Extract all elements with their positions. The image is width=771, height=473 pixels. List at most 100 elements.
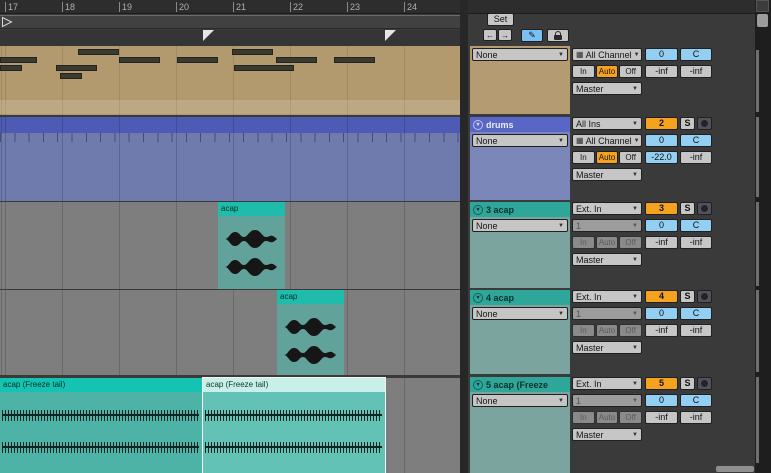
monitor-auto-button[interactable]: Auto	[596, 236, 619, 249]
beat-time-ruler[interactable]: 1718192021222324	[0, 0, 755, 14]
fold-icon[interactable]: ▾	[473, 120, 483, 130]
volume-field[interactable]: 0	[645, 307, 678, 320]
track-color-area[interactable]: ▾ 3 acap None▼	[470, 202, 570, 288]
midi-from-selector[interactable]: None▼	[472, 134, 568, 147]
midi-from-selector[interactable]: None▼	[472, 48, 568, 61]
monitor-auto-button[interactable]: Auto	[596, 151, 619, 164]
monitor-auto-button[interactable]: Auto	[596, 411, 619, 424]
send-a-field[interactable]: -inf	[645, 236, 678, 249]
pan-field[interactable]: C	[680, 219, 712, 232]
monitor-off-button[interactable]: Off	[619, 151, 642, 164]
solo-button[interactable]: S	[680, 290, 695, 303]
fold-icon[interactable]: ▾	[473, 205, 483, 215]
fold-icon[interactable]: ▾	[473, 293, 483, 303]
monitor-auto-button[interactable]: Auto	[596, 65, 619, 78]
arrange-track-drums[interactable]	[0, 117, 460, 201]
prev-locator-button[interactable]: ←	[483, 29, 497, 41]
track-color-area[interactable]: None▼	[470, 46, 570, 114]
track-title-bar[interactable]: ▾ drums	[470, 117, 570, 132]
midi-note[interactable]	[119, 57, 160, 63]
midi-note[interactable]	[56, 65, 97, 71]
midi-note[interactable]	[0, 57, 37, 63]
track-scroll-segment[interactable]	[756, 202, 759, 286]
arm-button[interactable]	[697, 202, 712, 215]
set-locator-button[interactable]: Set	[487, 13, 514, 26]
locator-row[interactable]	[0, 30, 460, 46]
monitor-off-button[interactable]: Off	[619, 236, 642, 249]
track-scroll-segment[interactable]	[756, 377, 759, 463]
arrange-track-1-midi[interactable]	[0, 46, 460, 115]
send-b-field[interactable]: -inf	[680, 236, 712, 249]
arm-button[interactable]	[697, 377, 712, 390]
output-selector[interactable]: Master▼	[572, 341, 642, 354]
frozen-clip-2-selected[interactable]: acap (Freeze tail)	[203, 378, 385, 473]
track-title-bar[interactable]: ▾ 4 acap	[470, 290, 570, 305]
send-b-field[interactable]: -inf	[680, 151, 712, 164]
send-a-field[interactable]: -inf	[645, 65, 678, 78]
output-selector[interactable]: Master▼	[572, 253, 642, 266]
send-b-field[interactable]: -inf	[680, 65, 712, 78]
lock-envelopes-button[interactable]	[547, 29, 569, 42]
midi-note[interactable]	[0, 65, 22, 71]
volume-field[interactable]: 0	[645, 219, 678, 232]
send-a-field[interactable]: -22.0	[645, 151, 678, 164]
channel-selector[interactable]: ▦All Channel▼	[572, 48, 642, 61]
monitor-off-button[interactable]: Off	[619, 411, 642, 424]
monitor-in-button[interactable]: In	[572, 151, 595, 164]
midi-from-selector[interactable]: None▼	[472, 307, 568, 320]
channel-selector[interactable]: 1▼	[572, 307, 642, 320]
midi-note[interactable]	[232, 49, 273, 55]
locator-marker[interactable]	[203, 30, 214, 41]
channel-selector[interactable]: ▦All Channel▼	[572, 134, 642, 147]
volume-field[interactable]: 0	[645, 394, 678, 407]
midi-from-selector[interactable]: None▼	[472, 394, 568, 407]
input-selector[interactable]: Ext. In▼	[572, 377, 642, 390]
track-color-area[interactable]: ▾ 4 acap None▼	[470, 290, 570, 374]
channel-selector[interactable]: 1▼	[572, 219, 642, 232]
scrollbar-thumb[interactable]	[757, 14, 768, 27]
midi-note[interactable]	[60, 73, 82, 79]
vertical-scrollbar[interactable]	[755, 0, 771, 473]
midi-note[interactable]	[234, 65, 294, 71]
monitor-off-button[interactable]: Off	[619, 324, 642, 337]
input-selector[interactable]: Ext. In▼	[572, 290, 642, 303]
arrange-track-3-acap[interactable]: acap	[0, 202, 460, 289]
pan-field[interactable]: C	[680, 394, 712, 407]
monitor-off-button[interactable]: Off	[619, 65, 642, 78]
send-b-field[interactable]: -inf	[680, 411, 712, 424]
midi-note[interactable]	[334, 57, 375, 63]
midi-note[interactable]	[177, 57, 218, 63]
arrange-track-4-acap[interactable]: acap	[0, 290, 460, 375]
track-color-area[interactable]: ▾ drums None▼	[470, 117, 570, 200]
monitor-in-button[interactable]: In	[572, 236, 595, 249]
arrange-panel-divider[interactable]	[460, 0, 468, 473]
midi-note[interactable]	[78, 49, 119, 55]
midi-from-selector[interactable]: None▼	[472, 219, 568, 232]
track-title-bar[interactable]: ▾ 5 acap (Freeze	[470, 377, 570, 392]
pan-field[interactable]: C	[680, 307, 712, 320]
fold-icon[interactable]: ▾	[473, 380, 483, 390]
midi-note[interactable]	[276, 57, 317, 63]
track-color-area[interactable]: ▾ 5 acap (Freeze None▼	[470, 377, 570, 473]
monitor-auto-button[interactable]: Auto	[596, 324, 619, 337]
audio-clip-acap[interactable]: acap	[277, 290, 344, 375]
arrange-track-5-freeze[interactable]: acap (Freeze tail) acap (Freeze tail)	[0, 378, 460, 473]
track-scroll-segment[interactable]	[756, 50, 759, 112]
audio-clip-acap[interactable]: acap	[218, 202, 285, 289]
monitor-in-button[interactable]: In	[572, 65, 595, 78]
track-activator[interactable]: 4	[645, 290, 678, 303]
solo-button[interactable]: S	[680, 377, 695, 390]
channel-selector[interactable]: 1▼	[572, 394, 642, 407]
solo-button[interactable]: S	[680, 202, 695, 215]
output-selector[interactable]: Master▼	[572, 82, 642, 95]
scrub-area[interactable]	[0, 15, 460, 29]
arm-button[interactable]	[697, 117, 712, 130]
input-selector[interactable]: Ext. In▼	[572, 202, 642, 215]
volume-field[interactable]: 0	[645, 48, 678, 61]
next-locator-button[interactable]: →	[498, 29, 512, 41]
track-activator[interactable]: 2	[645, 117, 678, 130]
input-selector[interactable]: All Ins▼	[572, 117, 642, 130]
monitor-in-button[interactable]: In	[572, 324, 595, 337]
arm-button[interactable]	[697, 290, 712, 303]
volume-field[interactable]: 0	[645, 134, 678, 147]
